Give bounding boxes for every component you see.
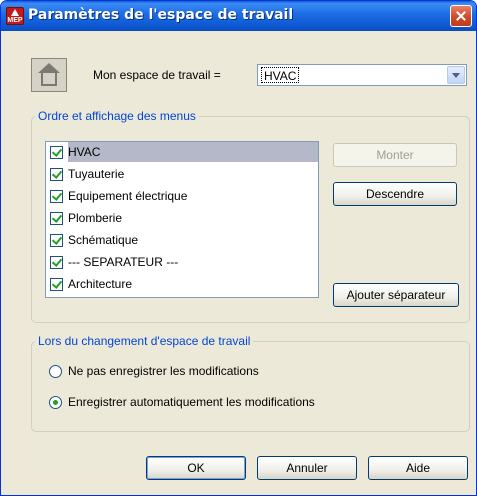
move-up-button[interactable]: Monter	[333, 143, 457, 167]
dialog-title: Paramètres de l'espace de travail	[28, 7, 294, 23]
list-item-label: Plomberie	[68, 211, 123, 225]
workspace-label: Mon espace de travail =	[93, 68, 221, 82]
checkbox[interactable]	[50, 212, 63, 225]
cancel-button[interactable]: Annuler	[257, 456, 357, 480]
checkbox[interactable]	[50, 190, 63, 203]
workspace-select[interactable]: HVAC	[257, 64, 467, 86]
menu-list[interactable]: HVAC Tuyauterie Equipement électrique Pl…	[45, 141, 319, 298]
on-change-group-title: Lors du changement d'espace de travail	[35, 334, 254, 348]
auto-save-label[interactable]: Enregistrer automatiquement les modifica…	[68, 395, 315, 409]
workspace-select-value: HVAC	[261, 67, 300, 83]
settings-dialog: MEP Paramètres de l'espace de travail Mo…	[0, 0, 477, 496]
checkbox[interactable]	[50, 256, 63, 269]
list-item[interactable]: Plomberie	[46, 208, 318, 230]
move-down-button[interactable]: Descendre	[333, 182, 457, 206]
list-item-label: Architecture	[68, 277, 133, 291]
auto-save-radio[interactable]	[49, 396, 62, 409]
list-item[interactable]: HVAC	[46, 142, 318, 164]
close-button[interactable]	[450, 5, 472, 27]
list-item[interactable]: Schématique	[46, 230, 318, 252]
ok-button[interactable]: OK	[146, 456, 246, 480]
list-item-label: Schématique	[68, 233, 139, 247]
no-save-label[interactable]: Ne pas enregistrer les modifications	[68, 364, 259, 378]
list-item[interactable]: Tuyauterie	[46, 164, 318, 186]
on-change-group	[31, 341, 470, 432]
chevron-down-icon[interactable]	[447, 66, 465, 84]
list-item-label: Equipement électrique	[68, 189, 188, 203]
help-button[interactable]: Aide	[368, 456, 468, 480]
list-item-label: --- SEPARATEUR ---	[68, 255, 179, 269]
checkbox[interactable]	[50, 278, 63, 291]
list-item[interactable]: --- SEPARATEUR ---	[46, 252, 318, 274]
checkbox[interactable]	[50, 146, 63, 159]
list-item[interactable]: Architecture	[46, 274, 318, 296]
house-icon	[31, 58, 67, 92]
list-item[interactable]: Equipement électrique	[46, 186, 318, 208]
menu-order-group-title: Ordre et affichage des menus	[35, 109, 199, 123]
title-bar[interactable]: MEP Paramètres de l'espace de travail	[1, 1, 476, 31]
list-item-label: Tuyauterie	[68, 167, 125, 181]
checkbox[interactable]	[50, 234, 63, 247]
autocad-mep-icon: MEP	[6, 7, 24, 25]
checkbox[interactable]	[50, 168, 63, 181]
list-item-label: HVAC	[68, 142, 318, 162]
no-save-radio[interactable]	[49, 365, 62, 378]
add-separator-button[interactable]: Ajouter séparateur	[333, 283, 459, 307]
